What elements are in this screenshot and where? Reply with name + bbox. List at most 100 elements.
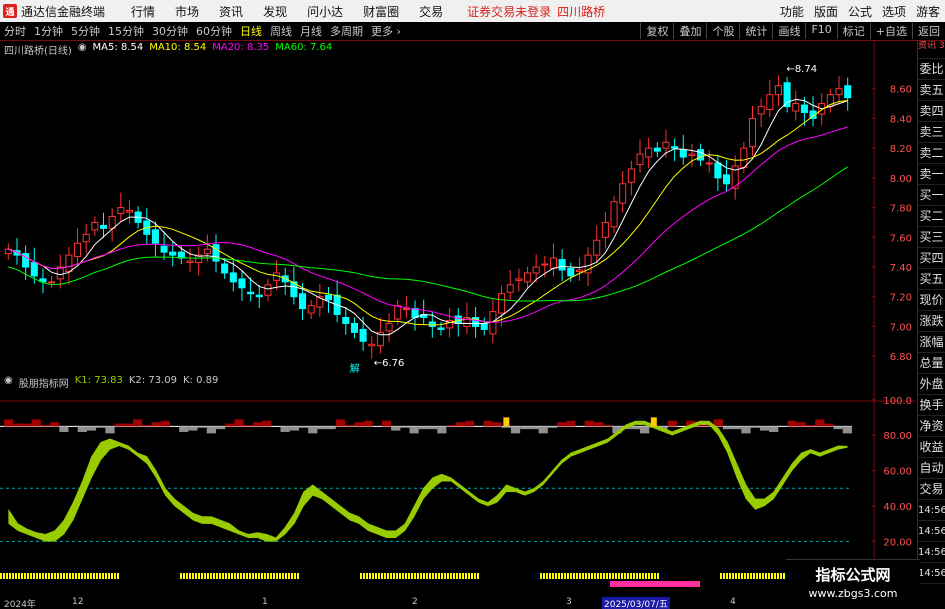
menu-options[interactable]: 选项 xyxy=(882,3,906,20)
period-1min[interactable]: 1分钟 xyxy=(34,23,63,39)
main-chart-title: 四川路桥(日线) xyxy=(4,46,72,57)
menu-function[interactable]: 功能 xyxy=(780,3,804,20)
bottom-signal-tick xyxy=(54,573,56,579)
sidebar-item-earnings[interactable]: 收益 xyxy=(918,437,945,458)
candle-body xyxy=(307,305,315,314)
indicator-band-bar xyxy=(151,422,161,427)
indicator-band-bar xyxy=(400,426,410,428)
sidebar-item-buy1[interactable]: 买一 xyxy=(918,185,945,206)
bottom-signal-tick xyxy=(612,573,614,579)
candle-body xyxy=(368,343,376,347)
tool-f10[interactable]: F10 xyxy=(805,23,836,39)
period-multi[interactable]: 多周期 xyxy=(330,23,363,39)
sidebar-item-auto[interactable]: 自动 xyxy=(918,458,945,479)
menu-ask[interactable]: 问小达 xyxy=(307,3,343,20)
bottom-signal-tick xyxy=(231,573,233,579)
indicator-fill-segment xyxy=(229,523,240,535)
sidebar-item-volume[interactable]: 总量 xyxy=(918,353,945,374)
candle-body xyxy=(601,221,609,238)
sidebar-item-outer[interactable]: 外盘 xyxy=(918,374,945,395)
bottom-signal-tick xyxy=(606,573,608,579)
sidebar-item-buy3[interactable]: 买三 xyxy=(918,227,945,248)
candle-body xyxy=(125,210,133,213)
indicator-band-bar xyxy=(216,426,226,430)
period-5min[interactable]: 5分钟 xyxy=(71,23,100,39)
sidebar-item-sell3[interactable]: 卖三 xyxy=(918,122,945,143)
ma10-value: 8.54 xyxy=(183,42,207,53)
indicator-band-bar xyxy=(243,424,253,427)
sidebar-item-sell5[interactable]: 卖五 xyxy=(918,80,945,101)
sidebar-item-sell2[interactable]: 卖二 xyxy=(918,143,945,164)
bottom-signal-tick xyxy=(234,573,236,579)
sidebar-item-sell1[interactable]: 卖一 xyxy=(918,164,945,185)
quote-sidebar: 资讯 300 委比 卖五 卖四 卖三 卖二 卖一 买一 买二 买三 买四 买五 … xyxy=(917,41,945,597)
sidebar-item-price[interactable]: 现价 xyxy=(918,290,945,311)
menu-market[interactable]: 市场 xyxy=(175,3,199,20)
menu-trade[interactable]: 交易 xyxy=(419,3,443,20)
bottom-signal-tick xyxy=(420,573,422,579)
indicator-band-bar xyxy=(225,423,235,427)
ma5-line xyxy=(8,98,848,336)
tool-overlay[interactable]: 叠加 xyxy=(673,23,706,39)
sidebar-item-weibi[interactable]: 委比 xyxy=(918,59,945,80)
menu-quotes[interactable]: 行情 xyxy=(131,3,155,20)
indicator-fill-segment xyxy=(837,445,848,450)
sidebar-item-buy4[interactable]: 买四 xyxy=(918,248,945,269)
tool-back[interactable]: 返回 xyxy=(912,23,945,39)
bottom-signal-tick xyxy=(186,573,188,579)
sidebar-item-pct[interactable]: 涨幅 xyxy=(918,332,945,353)
k2-label: K2: xyxy=(128,375,146,386)
period-daily[interactable]: 日线 xyxy=(240,23,262,39)
sidebar-top-label[interactable]: 资讯 300 xyxy=(918,41,945,59)
sidebar-time-1: 14:56 xyxy=(918,500,945,521)
sidebar-item-buy2[interactable]: 买二 xyxy=(918,206,945,227)
tool-draw[interactable]: 画线 xyxy=(772,23,805,39)
tool-stats[interactable]: 统计 xyxy=(739,23,772,39)
indicator-band-bar xyxy=(566,420,576,427)
tool-mark[interactable]: 标记 xyxy=(836,23,870,39)
candle-body xyxy=(281,275,289,283)
guest-label[interactable]: 游客 xyxy=(916,3,940,20)
tool-add-favorite[interactable]: +自选 xyxy=(869,23,912,39)
indicator-settings-icon[interactable]: ◉ xyxy=(4,375,13,389)
bottom-signal-tick xyxy=(21,573,23,579)
indicator-band-bar xyxy=(584,420,594,427)
indicator-band-bar xyxy=(50,422,60,427)
bottom-signal-tick xyxy=(243,573,245,579)
period-weekly[interactable]: 周线 xyxy=(270,23,292,39)
period-tick[interactable]: 分时 xyxy=(4,23,26,39)
menu-formula[interactable]: 公式 xyxy=(848,3,872,20)
period-more[interactable]: 更多 › xyxy=(371,23,401,39)
indicator-band-bar xyxy=(160,420,170,427)
login-warning[interactable]: 证券交易未登录 xyxy=(467,3,551,20)
bottom-signal-tick xyxy=(615,573,617,579)
indicator-fill-segment xyxy=(579,445,590,454)
menu-wealth[interactable]: 财富圈 xyxy=(363,3,399,20)
period-30min[interactable]: 30分钟 xyxy=(152,23,188,39)
period-monthly[interactable]: 月线 xyxy=(300,23,322,39)
candle-body xyxy=(835,88,843,96)
indicator-fill-segment xyxy=(524,487,535,496)
kline-chart[interactable]: 8.60 8.40 8.20 8.00 7.80 7.60 7.40 7.20 7.00 6.80… xyxy=(0,41,915,597)
sidebar-item-trade[interactable]: 交易 xyxy=(918,479,945,500)
menu-discover[interactable]: 发现 xyxy=(263,3,287,20)
indicator-band-bar xyxy=(326,426,336,430)
sidebar-item-change[interactable]: 涨跌 xyxy=(918,311,945,332)
sidebar-item-turnover[interactable]: 换手 xyxy=(918,395,945,416)
sidebar-item-netasset[interactable]: 净资 xyxy=(918,416,945,437)
bottom-signal-tick xyxy=(408,573,410,579)
sidebar-item-buy5[interactable]: 买五 xyxy=(918,269,945,290)
k-legend: K: 0.89 xyxy=(183,375,218,389)
sidebar-item-sell4[interactable]: 卖四 xyxy=(918,101,945,122)
period-15min[interactable]: 15分钟 xyxy=(108,23,144,39)
menu-news[interactable]: 资讯 xyxy=(219,3,243,20)
period-60min[interactable]: 60分钟 xyxy=(196,23,232,39)
candle-body xyxy=(653,147,661,152)
indicator-band-bar xyxy=(630,426,640,430)
indicator-fill-segment xyxy=(349,512,360,524)
settings-icon[interactable]: ◉ xyxy=(78,42,87,56)
tool-adjust[interactable]: 复权 xyxy=(640,23,673,39)
candle-body xyxy=(74,242,82,258)
tool-stock[interactable]: 个股 xyxy=(706,23,739,39)
menu-layout[interactable]: 版面 xyxy=(814,3,838,20)
